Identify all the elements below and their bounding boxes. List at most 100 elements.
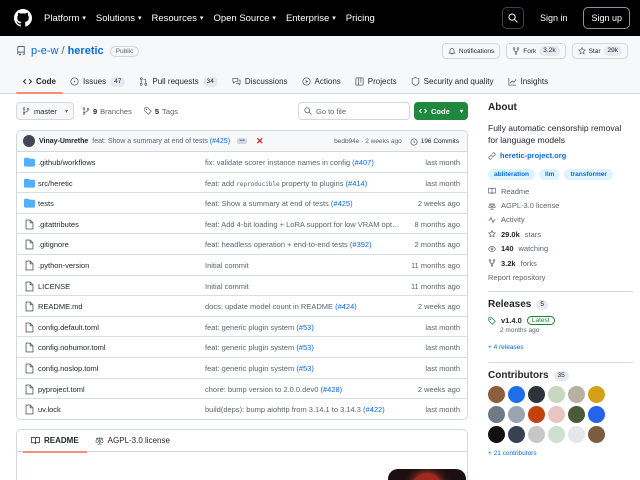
contributor-avatar[interactable] <box>548 426 565 443</box>
nav-pricing[interactable]: Pricing <box>346 13 375 24</box>
tab-readme[interactable]: README <box>23 430 87 453</box>
contributor-avatar[interactable] <box>568 426 585 443</box>
stars-link[interactable]: 29.0k stars <box>488 227 559 241</box>
repo-name-link[interactable]: heretic <box>68 45 104 57</box>
file-row[interactable]: config.noslop.toml feat: generic plugin s… <box>17 358 467 379</box>
file-commit-message[interactable]: chore: bump version to 2.0.0.dev0 (#428) <box>205 385 342 394</box>
tab-code[interactable]: Code <box>16 69 63 94</box>
more-contributors-link[interactable]: + 21 contributors <box>488 450 537 457</box>
license-link[interactable]: AGPL-3.0 license <box>488 198 559 212</box>
file-name-link[interactable]: config.default.toml <box>38 323 99 332</box>
code-dropdown-button[interactable]: Code ▾ <box>414 102 468 120</box>
more-releases-link[interactable]: + 4 releases <box>488 344 524 351</box>
file-row[interactable]: LICENSE Initial commit 11 months ago <box>17 276 467 297</box>
star-button[interactable]: Star 29k <box>571 43 628 59</box>
file-name-link[interactable]: src/heretic <box>38 179 73 188</box>
file-commit-message[interactable]: fix: validate scorer instance names in c… <box>205 158 374 167</box>
nav-platform[interactable]: Platform ▾ <box>44 13 86 24</box>
contributor-avatar[interactable] <box>488 386 505 403</box>
failed-check-icon[interactable]: ✕ <box>256 136 264 147</box>
pr-link[interactable]: (#414) <box>346 179 368 188</box>
file-commit-message[interactable]: feat: generic plugin system (#53) <box>205 323 314 332</box>
contributor-avatar[interactable] <box>508 406 525 423</box>
file-commit-message[interactable]: feat: add reproducible property to plugi… <box>205 179 367 188</box>
file-name-link[interactable]: README.md <box>38 302 83 311</box>
file-commit-message[interactable]: feat: Add 4-bit loading + LoRA support f… <box>205 220 401 229</box>
file-row[interactable]: config.nohumor.toml feat: generic plugin … <box>17 337 467 358</box>
pr-link[interactable]: (#428) <box>321 385 343 394</box>
contributor-avatar[interactable] <box>488 426 505 443</box>
avatar[interactable] <box>23 135 35 147</box>
file-name-link[interactable]: config.nohumor.toml <box>38 343 106 352</box>
contributor-avatar[interactable] <box>588 386 605 403</box>
file-row[interactable]: config.default.toml feat: generic plugin … <box>17 317 467 338</box>
contributor-avatar[interactable] <box>528 386 545 403</box>
file-commit-message[interactable]: feat: headless operation + end-to-end te… <box>205 240 372 249</box>
file-row[interactable]: uv.lock build(deps): bump aiohttp from 3.… <box>17 399 467 419</box>
file-row[interactable]: .python-version Initial commit 11 months a… <box>17 255 467 276</box>
activity-link[interactable]: Activity <box>488 213 559 227</box>
file-name-link[interactable]: .gitattributes <box>38 220 79 229</box>
file-row[interactable]: .github/workflows fix: validate scorer in… <box>17 152 467 173</box>
topic-tag[interactable]: llm <box>539 169 561 180</box>
nav-open-source[interactable]: Open Source ▾ <box>213 13 276 24</box>
topic-tag[interactable]: abliteration <box>488 169 536 180</box>
contributor-avatar[interactable] <box>488 406 505 423</box>
file-row[interactable]: README.md docs: update model count in REA… <box>17 296 467 317</box>
topic-tag[interactable]: transformer <box>564 169 613 180</box>
contributor-avatar[interactable] <box>568 406 585 423</box>
tab-license[interactable]: AGPL-3.0 license <box>87 430 178 452</box>
file-name-link[interactable]: .python-version <box>38 261 89 270</box>
releases-heading[interactable]: Releases 5 <box>488 299 548 310</box>
contributor-avatar[interactable] <box>548 386 565 403</box>
tab-pull-requests[interactable]: Pull requests 34 <box>132 69 224 94</box>
watchers-link[interactable]: 140 watching <box>488 242 559 256</box>
report-repository-link[interactable]: Report repository <box>488 270 559 284</box>
file-commit-message[interactable]: feat: generic plugin system (#53) <box>205 364 314 373</box>
contributor-avatar[interactable] <box>528 426 545 443</box>
contributor-avatar[interactable] <box>548 406 565 423</box>
pr-link[interactable]: (#53) <box>296 343 314 352</box>
sign-up-button[interactable]: Sign up <box>583 7 630 29</box>
pr-link[interactable]: (#392) <box>350 240 372 249</box>
tab-discussions[interactable]: Discussions <box>225 69 295 94</box>
file-commit-message[interactable]: feat: Show a summary at end of tests (#4… <box>205 199 353 208</box>
pr-link[interactable]: (#53) <box>296 323 314 332</box>
notifications-button[interactable]: Notifications <box>441 43 501 59</box>
tags-link[interactable]: 5 Tags <box>144 107 178 116</box>
file-commit-message[interactable]: feat: generic plugin system (#53) <box>205 343 314 352</box>
repo-owner-link[interactable]: p-e-w <box>31 45 59 57</box>
commit-author[interactable]: Vinay-Umrethe <box>39 138 88 145</box>
branch-selector[interactable]: master ▾ <box>16 102 74 120</box>
search-button[interactable] <box>501 7 524 29</box>
tab-issues[interactable]: Issues 47 <box>63 69 132 94</box>
file-name-link[interactable]: pyproject.toml <box>38 385 85 394</box>
file-commit-message[interactable]: docs: update model count in README (#424… <box>205 302 357 311</box>
file-row[interactable]: .gitattributes feat: Add 4-bit loading + … <box>17 214 467 235</box>
pr-link[interactable]: (#425) <box>331 199 353 208</box>
commits-link[interactable]: 196 Commits <box>410 137 459 146</box>
file-row[interactable]: .gitignore feat: headless operation + end… <box>17 234 467 255</box>
contributor-avatar[interactable] <box>508 426 525 443</box>
nav-resources[interactable]: Resources ▾ <box>152 13 204 24</box>
file-commit-message[interactable]: Initial commit <box>205 282 249 291</box>
tab-security[interactable]: Security and quality <box>404 69 501 94</box>
github-logo-icon[interactable] <box>14 9 32 27</box>
readme-link[interactable]: Readme <box>488 184 559 198</box>
fork-button[interactable]: Fork 3.2k <box>506 43 566 59</box>
nav-enterprise[interactable]: Enterprise ▾ <box>286 13 336 24</box>
expand-commit-button[interactable]: ••• <box>237 138 248 144</box>
sign-in-link[interactable]: Sign in <box>530 7 577 29</box>
commit-pr-link[interactable]: (#425) <box>210 138 230 145</box>
file-name-link[interactable]: LICENSE <box>38 282 70 291</box>
go-to-file-input[interactable]: Go to file <box>298 102 410 120</box>
contributor-avatar[interactable] <box>588 406 605 423</box>
contributor-avatar[interactable] <box>528 406 545 423</box>
tab-actions[interactable]: Actions <box>295 69 348 94</box>
file-commit-message[interactable]: build(deps): bump aiohttp from 3.14.1 to… <box>205 405 385 414</box>
tab-projects[interactable]: Projects <box>348 69 404 94</box>
contributor-avatar[interactable] <box>508 386 525 403</box>
tab-insights[interactable]: Insights <box>501 69 556 94</box>
contributor-avatar[interactable] <box>588 426 605 443</box>
file-name-link[interactable]: config.noslop.toml <box>38 364 98 373</box>
